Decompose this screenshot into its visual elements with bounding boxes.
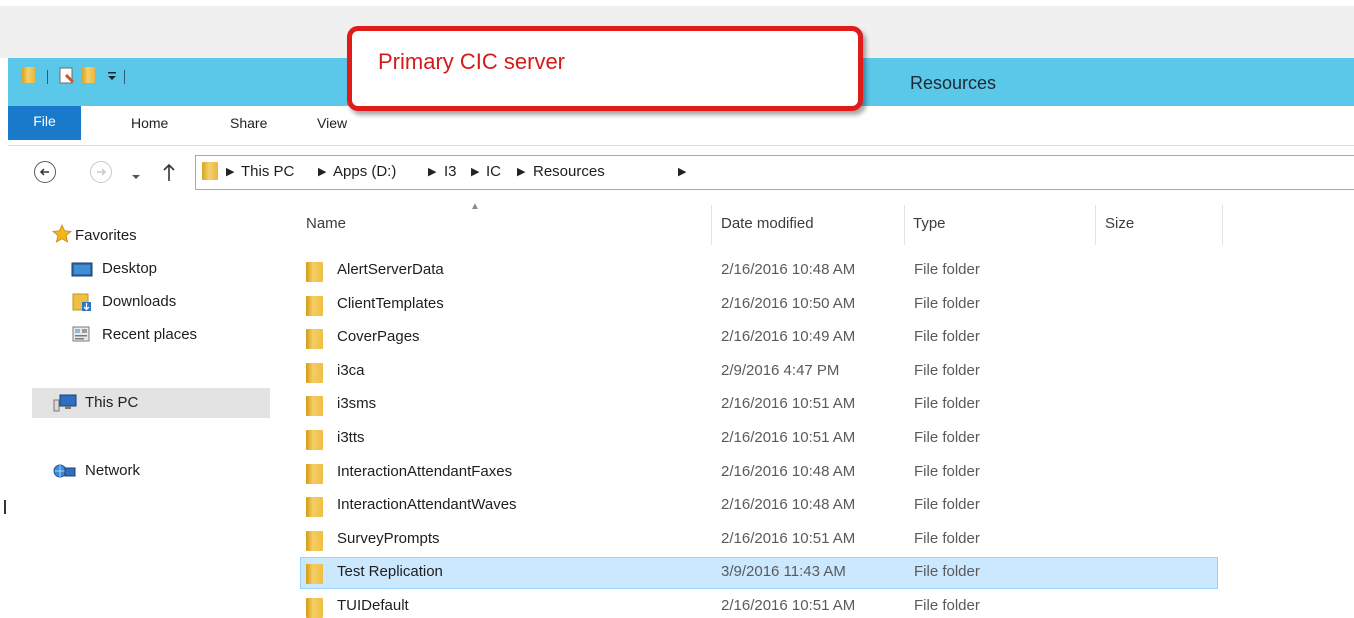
left-edge-mark xyxy=(4,500,6,514)
sort-ascending-icon: ▲ xyxy=(470,201,480,212)
breadcrumb-i3[interactable]: I3 xyxy=(444,163,457,180)
column-divider[interactable] xyxy=(1222,205,1223,245)
column-divider[interactable] xyxy=(904,205,905,245)
file-name[interactable]: i3tts xyxy=(337,429,365,446)
folder-icon xyxy=(306,396,323,416)
up-arrow-icon[interactable] xyxy=(162,162,176,186)
file-date-modified: 2/9/2016 4:47 PM xyxy=(721,362,840,379)
file-name[interactable]: InteractionAttendantFaxes xyxy=(337,463,512,480)
column-header-type[interactable]: Type xyxy=(913,215,946,232)
file-type: File folder xyxy=(914,362,980,379)
column-header-name[interactable]: Name xyxy=(306,215,346,232)
breadcrumb-separator-icon[interactable]: ▶ xyxy=(471,165,479,178)
breadcrumb-apps-d[interactable]: Apps (D:) xyxy=(333,163,396,180)
folder-icon xyxy=(306,262,323,282)
new-folder-icon[interactable] xyxy=(82,67,98,85)
breadcrumb-this-pc[interactable]: This PC xyxy=(241,163,294,180)
nav-this-pc[interactable]: This PC xyxy=(85,394,138,411)
folder-icon xyxy=(306,296,323,316)
address-folder-icon xyxy=(202,162,218,180)
nav-network[interactable]: Network xyxy=(85,462,140,479)
file-type: File folder xyxy=(914,463,980,480)
file-date-modified: 2/16/2016 10:48 AM xyxy=(721,261,856,278)
file-date-modified: 2/16/2016 10:48 AM xyxy=(721,496,856,513)
folder-icon xyxy=(306,497,323,517)
file-name[interactable]: AlertServerData xyxy=(337,261,444,278)
callout-annotation: Primary CIC server xyxy=(347,26,863,111)
file-date-modified: 2/16/2016 10:51 AM xyxy=(721,597,856,614)
nav-favorites[interactable]: Favorites xyxy=(75,227,137,244)
breadcrumb-separator-icon[interactable]: ▶ xyxy=(428,165,436,178)
file-name[interactable]: Test Replication xyxy=(337,563,443,580)
downloads-icon xyxy=(72,292,92,316)
tab-share[interactable]: Share xyxy=(230,115,267,131)
file-type: File folder xyxy=(914,563,980,580)
file-name[interactable]: CoverPages xyxy=(337,328,420,345)
file-type: File folder xyxy=(914,496,980,513)
breadcrumb-separator-icon[interactable]: ▶ xyxy=(678,165,686,178)
tab-view[interactable]: View xyxy=(317,115,347,131)
network-icon xyxy=(53,462,77,484)
left-edge xyxy=(0,58,8,614)
desktop-icon xyxy=(71,261,93,282)
column-divider[interactable] xyxy=(1095,205,1096,245)
file-date-modified: 2/16/2016 10:50 AM xyxy=(721,295,856,312)
folder-icon xyxy=(306,531,323,551)
file-date-modified: 2/16/2016 10:51 AM xyxy=(721,395,856,412)
window-title: Resources xyxy=(910,73,997,93)
file-name[interactable]: ClientTemplates xyxy=(337,295,444,312)
file-date-modified: 2/16/2016 10:49 AM xyxy=(721,328,856,345)
file-type: File folder xyxy=(914,261,980,278)
tab-file[interactable]: File xyxy=(8,106,81,140)
window-folder-icon xyxy=(22,67,38,85)
file-type: File folder xyxy=(914,395,980,412)
file-date-modified: 2/16/2016 10:51 AM xyxy=(721,429,856,446)
top-edge xyxy=(0,0,1354,6)
column-header-size[interactable]: Size xyxy=(1105,215,1134,232)
recent-places-icon xyxy=(72,326,92,348)
back-button[interactable] xyxy=(34,161,56,183)
folder-icon xyxy=(306,329,323,349)
file-type: File folder xyxy=(914,429,980,446)
nav-recent-places[interactable]: Recent places xyxy=(102,326,197,343)
qat-separator xyxy=(124,70,125,84)
file-type: File folder xyxy=(914,295,980,312)
breadcrumb-separator-icon[interactable]: ▶ xyxy=(517,165,525,178)
file-date-modified: 2/16/2016 10:51 AM xyxy=(721,530,856,547)
file-name[interactable]: i3sms xyxy=(337,395,376,412)
callout-text: Primary CIC server xyxy=(378,49,566,74)
folder-icon xyxy=(306,430,323,450)
column-divider[interactable] xyxy=(711,205,712,245)
folder-icon xyxy=(306,598,323,618)
forward-button[interactable] xyxy=(90,161,112,183)
tab-home[interactable]: Home xyxy=(131,115,168,131)
breadcrumb-separator-icon[interactable]: ▶ xyxy=(226,165,234,178)
file-name[interactable]: InteractionAttendantWaves xyxy=(337,496,517,513)
file-date-modified: 3/9/2016 11:43 AM xyxy=(721,563,846,580)
folder-icon xyxy=(306,363,323,383)
folder-icon xyxy=(306,564,323,584)
column-header-date-modified[interactable]: Date modified xyxy=(721,215,814,232)
recent-locations-chevron-icon[interactable] xyxy=(131,168,141,185)
breadcrumb-resources[interactable]: Resources xyxy=(533,163,605,180)
breadcrumb-separator-icon[interactable]: ▶ xyxy=(318,165,326,178)
qat-dropdown-icon[interactable] xyxy=(106,67,118,86)
properties-icon[interactable] xyxy=(58,67,75,85)
folder-icon xyxy=(306,464,323,484)
file-type: File folder xyxy=(914,530,980,547)
qat-separator xyxy=(47,70,48,84)
favorites-star-icon xyxy=(52,224,72,247)
nav-downloads[interactable]: Downloads xyxy=(102,293,176,310)
file-name[interactable]: SurveyPrompts xyxy=(337,530,440,547)
this-pc-icon xyxy=(53,394,77,416)
file-name[interactable]: i3ca xyxy=(337,362,365,379)
file-name[interactable]: TUIDefault xyxy=(337,597,409,614)
file-type: File folder xyxy=(914,328,980,345)
file-date-modified: 2/16/2016 10:48 AM xyxy=(721,463,856,480)
nav-desktop[interactable]: Desktop xyxy=(102,260,157,277)
breadcrumb-ic[interactable]: IC xyxy=(486,163,501,180)
ribbon-tab-bar xyxy=(8,106,1354,146)
file-type: File folder xyxy=(914,597,980,614)
